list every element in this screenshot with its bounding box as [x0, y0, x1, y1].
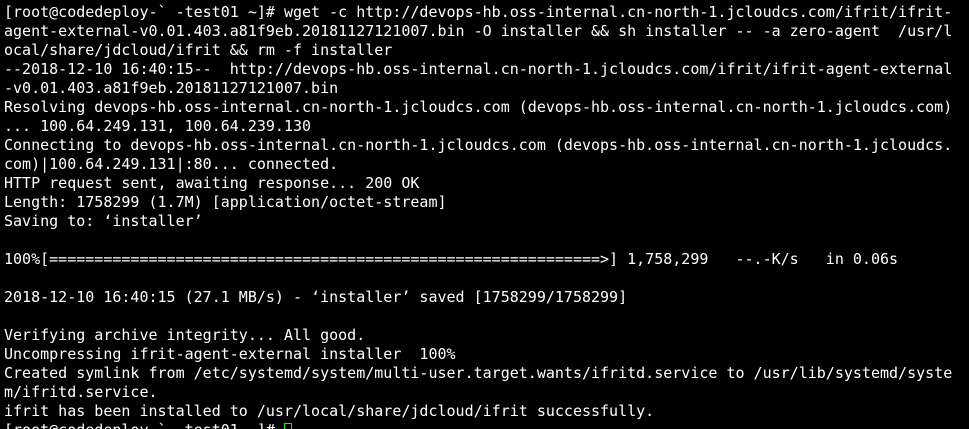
terminal-line: Length: 1758299 (1.7M) [application/octe… — [4, 193, 447, 211]
terminal-line: Created symlink from /etc/systemd/system… — [4, 364, 953, 382]
terminal-line: Verifying archive integrity... All good. — [4, 326, 366, 344]
text-cursor — [283, 423, 292, 429]
terminal-line: ocal/share/jdcloud/ifrit && rm -f instal… — [4, 41, 393, 59]
terminal-line: 2018-12-10 16:40:15 (27.1 MB/s) - ‘insta… — [4, 288, 628, 306]
terminal-line: HTTP request sent, awaiting response... … — [4, 174, 420, 192]
terminal-line: --2018-12-10 16:40:15-- http://devops-hb… — [4, 60, 953, 78]
terminal-line: agent-external-v0.01.403.a81f9eb.2018112… — [4, 22, 953, 40]
terminal-line: com)|100.64.249.131|:80... connected. — [4, 155, 339, 173]
prompt-text: [root@codedeploy-` -test01 ~]# — [4, 421, 284, 429]
terminal-window[interactable]: [root@codedeploy-` -test01 ~]# wget -c h… — [0, 0, 969, 429]
terminal-line: Saving to: ‘installer’ — [4, 212, 203, 230]
terminal-line: [root@codedeploy-` -test01 ~]# wget -c h… — [4, 3, 953, 21]
terminal-line: -v0.01.403.a81f9eb.20181127121007.bin — [4, 79, 339, 97]
command-prompt[interactable]: [root@codedeploy-` -test01 ~]# — [4, 421, 292, 429]
terminal-line: ... 100.64.249.131, 100.64.239.130 — [4, 117, 312, 135]
terminal-output: [root@codedeploy-` -test01 ~]# wget -c h… — [4, 3, 969, 421]
terminal-line: Connecting to devops-hb.oss-internal.cn-… — [4, 136, 953, 154]
terminal-line: m/ifritd.service. — [4, 383, 158, 401]
terminal-line: Resolving devops-hb.oss-internal.cn-nort… — [4, 98, 953, 116]
terminal-line: Uncompressing ifrit-agent-external insta… — [4, 345, 456, 363]
terminal-line: ifrit has been installed to /usr/local/s… — [4, 402, 655, 420]
terminal-line: 100%[===================================… — [4, 250, 899, 268]
